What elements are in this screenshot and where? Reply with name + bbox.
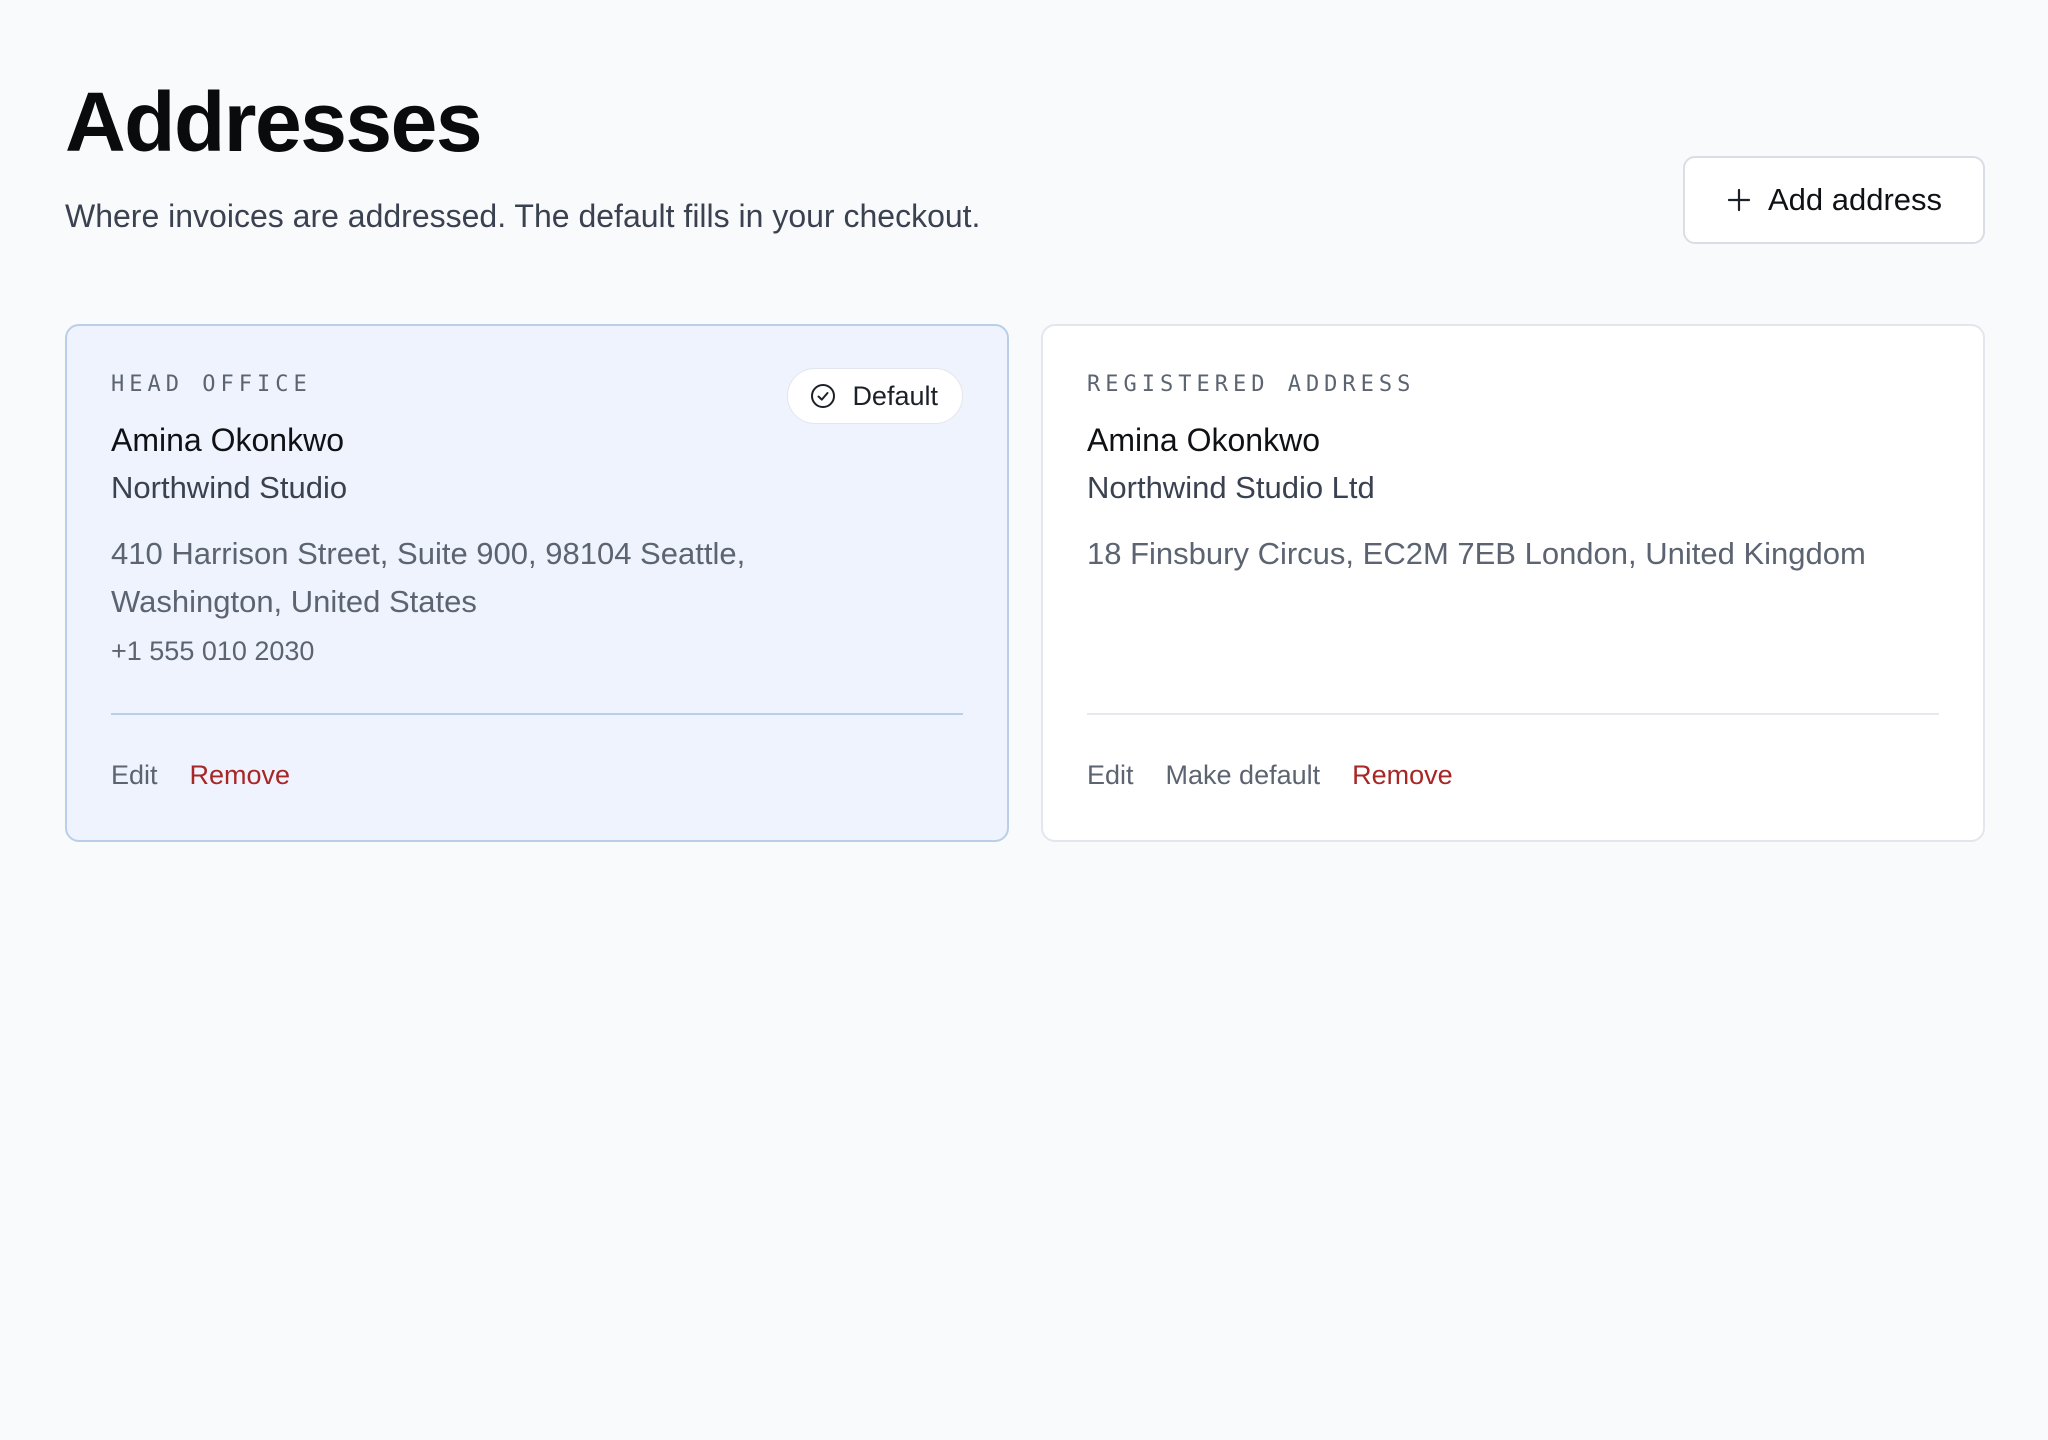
- address-card-head-office: HEAD OFFICE Default Amina Okonkwo Northw…: [65, 324, 1009, 842]
- address-list: HEAD OFFICE Default Amina Okonkwo Northw…: [65, 324, 1985, 842]
- company-name: Northwind Studio: [111, 470, 348, 505]
- card-divider: [111, 713, 963, 715]
- address-label: HEAD OFFICE: [111, 372, 312, 397]
- default-badge: Default: [787, 368, 963, 424]
- street-address: 410 Harrison Street, Suite 900, 98104 Se…: [111, 536, 746, 619]
- company-name: Northwind Studio Ltd: [1087, 470, 1375, 505]
- card-divider: [1087, 713, 1939, 715]
- contact-name: Amina Okonkwo: [1087, 422, 1320, 458]
- address-card-registered: REGISTERED ADDRESS Amina Okonkwo Northwi…: [1041, 324, 1985, 842]
- remove-button[interactable]: Remove: [190, 760, 291, 791]
- remove-button[interactable]: Remove: [1352, 760, 1453, 791]
- add-address-label: Add address: [1767, 182, 1943, 217]
- contact-name: Amina Okonkwo: [111, 422, 344, 458]
- plus-icon: [1727, 188, 1751, 212]
- page-title: Addresses: [65, 75, 483, 169]
- card-actions: Edit Remove: [111, 760, 290, 791]
- card-actions: Edit Make default Remove: [1087, 760, 1453, 791]
- default-badge-text: Default: [852, 380, 938, 411]
- street-address: 18 Finsbury Circus, EC2M 7EB London, Uni…: [1087, 536, 1866, 571]
- address-label: REGISTERED ADDRESS: [1087, 372, 1416, 397]
- check-circle-icon: [811, 384, 836, 408]
- page-subtitle: Where invoices are addressed. The defaul…: [65, 198, 981, 234]
- add-address-button[interactable]: Add address: [1683, 156, 1985, 244]
- make-default-button[interactable]: Make default: [1166, 760, 1321, 791]
- edit-button[interactable]: Edit: [111, 760, 158, 791]
- edit-button[interactable]: Edit: [1087, 760, 1134, 791]
- phone-number: +1 555 010 2030: [111, 636, 315, 666]
